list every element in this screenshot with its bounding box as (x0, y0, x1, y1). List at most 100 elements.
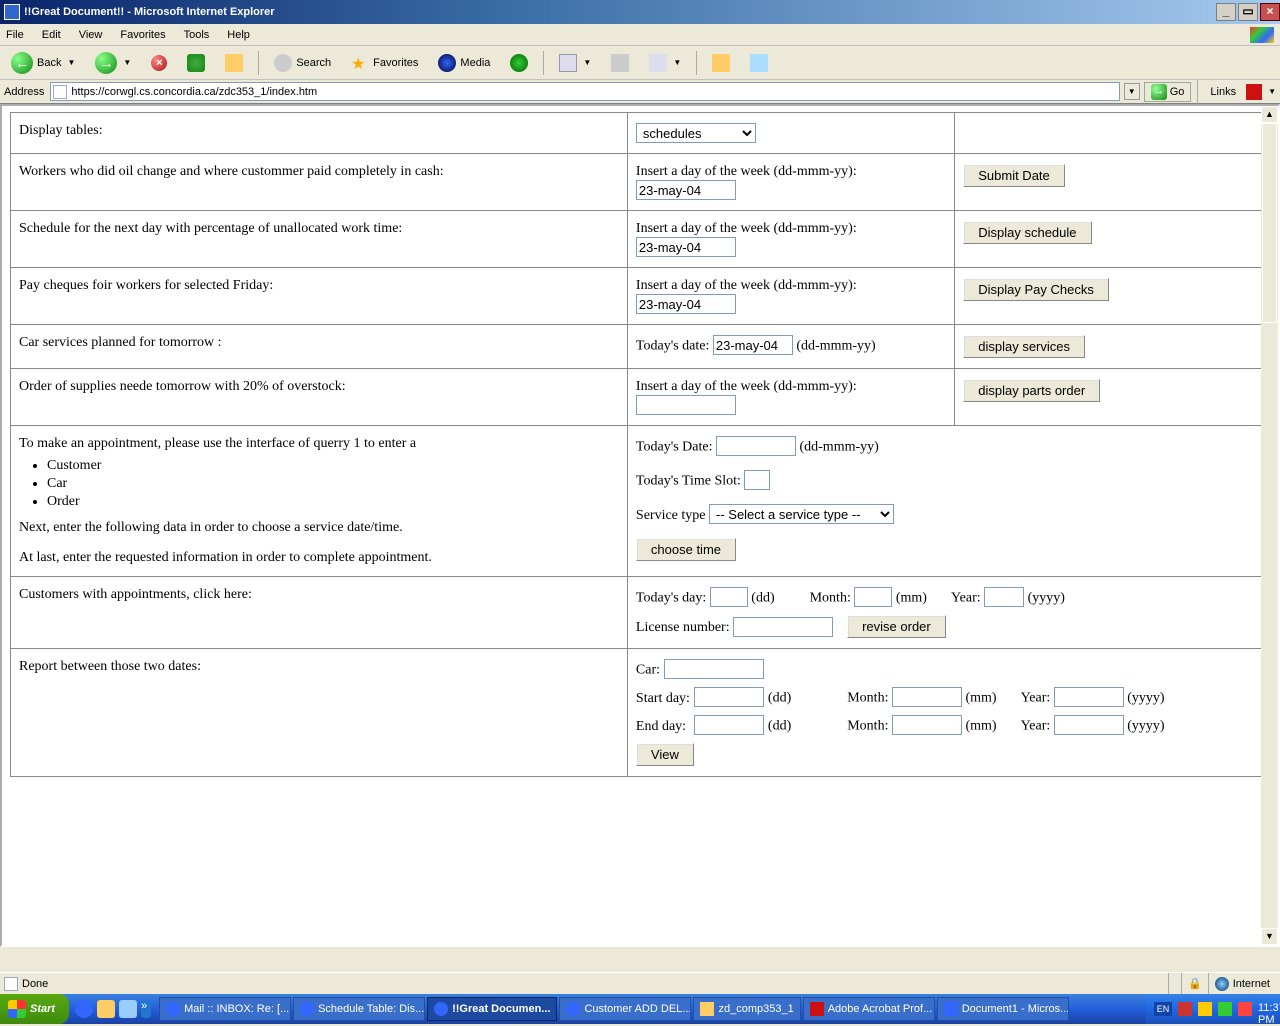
end-year-input[interactable] (1054, 715, 1124, 735)
menu-tools[interactable]: Tools (184, 29, 210, 41)
links-button[interactable]: Links (1204, 85, 1242, 99)
task-word[interactable]: Document1 - Micros... (937, 997, 1069, 1021)
chevron-down-icon[interactable]: ▼ (673, 58, 681, 67)
edit-icon (649, 54, 667, 72)
mail-button[interactable]: ▼ (552, 51, 598, 75)
scroll-up-button[interactable]: ▲ (1261, 106, 1278, 123)
end-day-input[interactable] (694, 715, 764, 735)
back-button[interactable]: ← Back▼ (4, 49, 82, 77)
edit-button[interactable]: ▼ (642, 51, 688, 75)
task-customer[interactable]: Customer ADD DEL... (559, 997, 691, 1021)
license-number-input[interactable] (733, 617, 833, 637)
close-button[interactable]: × (1260, 3, 1280, 21)
forward-button[interactable]: →▼ (88, 49, 138, 77)
choose-time-button[interactable]: choose time (636, 538, 736, 561)
display-parts-order-button[interactable]: display parts order (963, 379, 1100, 402)
refresh-button[interactable] (180, 51, 212, 75)
row2-date-input[interactable] (636, 180, 736, 200)
ie-icon (434, 1002, 448, 1016)
scroll-down-button[interactable]: ▼ (1261, 928, 1278, 945)
ql-ie-icon[interactable] (75, 1000, 93, 1018)
star-icon: ★ (351, 54, 369, 72)
submit-date-button[interactable]: Submit Date (963, 164, 1065, 187)
home-button[interactable] (218, 51, 250, 75)
scroll-thumb[interactable] (1262, 123, 1277, 323)
row7-intro: To make an appointment, please use the i… (19, 436, 619, 452)
menu-favorites[interactable]: Favorites (120, 29, 165, 41)
ql-more-icon[interactable]: » (141, 1000, 151, 1018)
list-item: Order (47, 494, 619, 510)
table-row: Customers with appointments, click here:… (11, 577, 1270, 649)
menu-file[interactable]: File (6, 29, 24, 41)
row3-date-input[interactable] (636, 237, 736, 257)
vertical-scrollbar[interactable]: ▲ ▼ (1261, 106, 1278, 945)
menu-view[interactable]: View (79, 29, 103, 41)
r8-day-input[interactable] (710, 587, 748, 607)
folder-button[interactable] (705, 51, 737, 75)
task-mail[interactable]: Mail :: INBOX: Re: [... (159, 997, 291, 1021)
chevron-down-icon[interactable]: ▼ (1268, 87, 1276, 96)
display-pay-checks-button[interactable]: Display Pay Checks (963, 278, 1109, 301)
media-button[interactable]: Media (431, 51, 497, 75)
tray-icon[interactable] (1218, 1002, 1232, 1016)
lang-indicator[interactable]: EN (1154, 1002, 1172, 1016)
history-button[interactable] (503, 51, 535, 75)
task-folder[interactable]: zd_comp353_1 (693, 997, 800, 1021)
clock[interactable]: 11:37 PM (1258, 1002, 1272, 1016)
row3-hint: Insert a day of the week (dd-mmm-yy): (636, 221, 946, 237)
messenger-button[interactable] (743, 51, 775, 75)
start-button[interactable]: Start (0, 994, 69, 1024)
stop-button[interactable]: × (144, 52, 174, 74)
row2-hint: Insert a day of the week (dd-mmm-yy): (636, 164, 946, 180)
r8-yy: (yyyy) (1028, 591, 1065, 606)
tray-icon[interactable] (1178, 1002, 1192, 1016)
display-tables-select[interactable]: schedules (636, 123, 756, 143)
pdf-icon[interactable] (1246, 84, 1262, 100)
menu-help[interactable]: Help (227, 29, 250, 41)
display-schedule-button[interactable]: Display schedule (963, 221, 1091, 244)
revise-order-button[interactable]: revise order (847, 615, 946, 638)
search-button[interactable]: Search (267, 51, 338, 75)
todays-date-input[interactable] (716, 436, 796, 456)
r8-year-input[interactable] (984, 587, 1024, 607)
print-button[interactable] (604, 51, 636, 75)
service-type-select[interactable]: -- Select a service type -- (709, 504, 894, 524)
time-slot-input[interactable] (744, 470, 770, 490)
favorites-button[interactable]: ★Favorites (344, 51, 425, 75)
word-icon (944, 1002, 958, 1016)
task-acrobat[interactable]: Adobe Acrobat Prof... (803, 997, 935, 1021)
view-button[interactable]: View (636, 743, 694, 766)
system-tray: EN 11:37 PM (1146, 994, 1280, 1024)
chevron-down-icon[interactable]: ▼ (583, 58, 591, 67)
chevron-down-icon[interactable]: ▼ (123, 58, 131, 67)
car-input[interactable] (664, 659, 764, 679)
tray-icon[interactable] (1238, 1002, 1252, 1016)
task-schedule[interactable]: Schedule Table: Dis... (293, 997, 425, 1021)
ql-desktop-icon[interactable] (119, 1000, 137, 1018)
start-day-input[interactable] (694, 687, 764, 707)
row6-date-input[interactable] (636, 395, 736, 415)
end-month-input[interactable] (892, 715, 962, 735)
r8-month-input[interactable] (854, 587, 892, 607)
row5-date-label: Today's date: (636, 339, 709, 354)
task-great-document[interactable]: !!Great Documen... (427, 997, 557, 1021)
url-box[interactable]: https://corwgl.cs.concordia.ca/zdc353_1/… (50, 82, 1119, 101)
start-year-input[interactable] (1054, 687, 1124, 707)
go-button[interactable]: →Go (1144, 82, 1192, 102)
tray-icon[interactable] (1198, 1002, 1212, 1016)
start-month-input[interactable] (892, 687, 962, 707)
chevron-down-icon[interactable]: ▼ (67, 58, 75, 67)
table-row: Display tables: schedules (11, 113, 1270, 154)
status-bar: Done 🔒 Internet (0, 972, 1280, 994)
row5-date-input[interactable] (713, 335, 793, 355)
row8-label: Customers with appointments, click here: (11, 577, 628, 649)
r8-month-label: Month: (810, 591, 851, 606)
menu-edit[interactable]: Edit (42, 29, 61, 41)
display-services-button[interactable]: display services (963, 335, 1085, 358)
row4-date-input[interactable] (636, 294, 736, 314)
address-dropdown[interactable]: ▼ (1124, 83, 1140, 100)
minimize-button[interactable]: _ (1216, 3, 1236, 21)
restore-button[interactable]: ▭ (1238, 3, 1258, 21)
ql-outlook-icon[interactable] (97, 1000, 115, 1018)
r9-mm2: (mm) (965, 719, 996, 734)
